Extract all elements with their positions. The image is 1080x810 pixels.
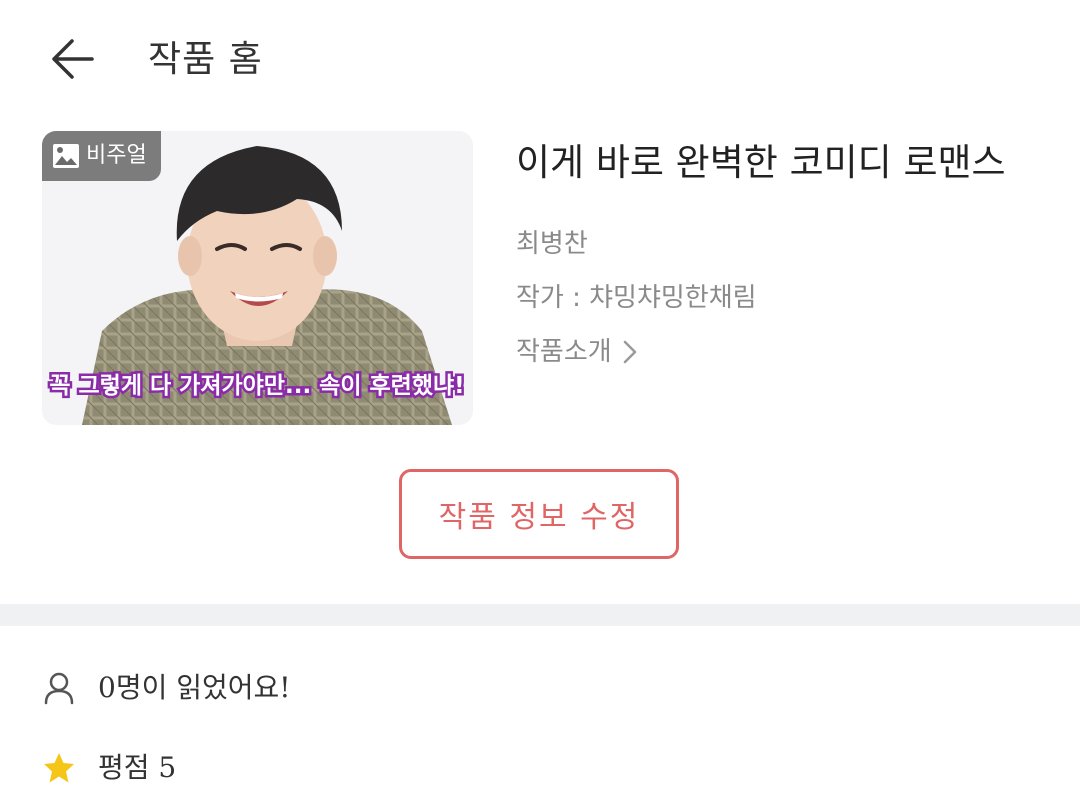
star-icon (42, 751, 76, 785)
work-title: 이게 바로 완벽한 코미디 로맨스 (516, 141, 1006, 184)
work-intro-link[interactable]: 작품소개 (516, 334, 638, 370)
image-icon (53, 144, 79, 168)
work-thumbnail[interactable]: 꼭 그렇게 다 가져가야만... 속이 후련했냐! 비주얼 (42, 131, 473, 425)
rating-row: 평점 5 (42, 748, 176, 788)
read-count-text: 0명이 읽었어요! (98, 671, 291, 704)
author-line: 작가 : 챠밍챠밍한채림 (516, 283, 757, 313)
badge-label: 비주얼 (86, 143, 147, 168)
creator-name: 최병찬 (516, 229, 588, 259)
app-header: 작품 홈 (0, 0, 1080, 120)
work-intro-label: 작품소개 (516, 337, 612, 367)
page-title: 작품 홈 (148, 39, 263, 80)
edit-work-info-button[interactable]: 작품 정보 수정 (399, 469, 679, 559)
visual-badge: 비주얼 (42, 131, 161, 181)
chevron-right-icon (623, 340, 636, 364)
thumbnail-caption: 꼭 그렇게 다 가져가야만... 속이 후련했냐! (49, 373, 464, 399)
section-divider (0, 604, 1080, 626)
read-count-row: 0명이 읽었어요! (42, 668, 291, 708)
rating-text: 평점 5 (98, 751, 177, 784)
person-icon (42, 671, 76, 705)
back-arrow-icon (52, 39, 94, 79)
back-button[interactable] (44, 30, 104, 90)
